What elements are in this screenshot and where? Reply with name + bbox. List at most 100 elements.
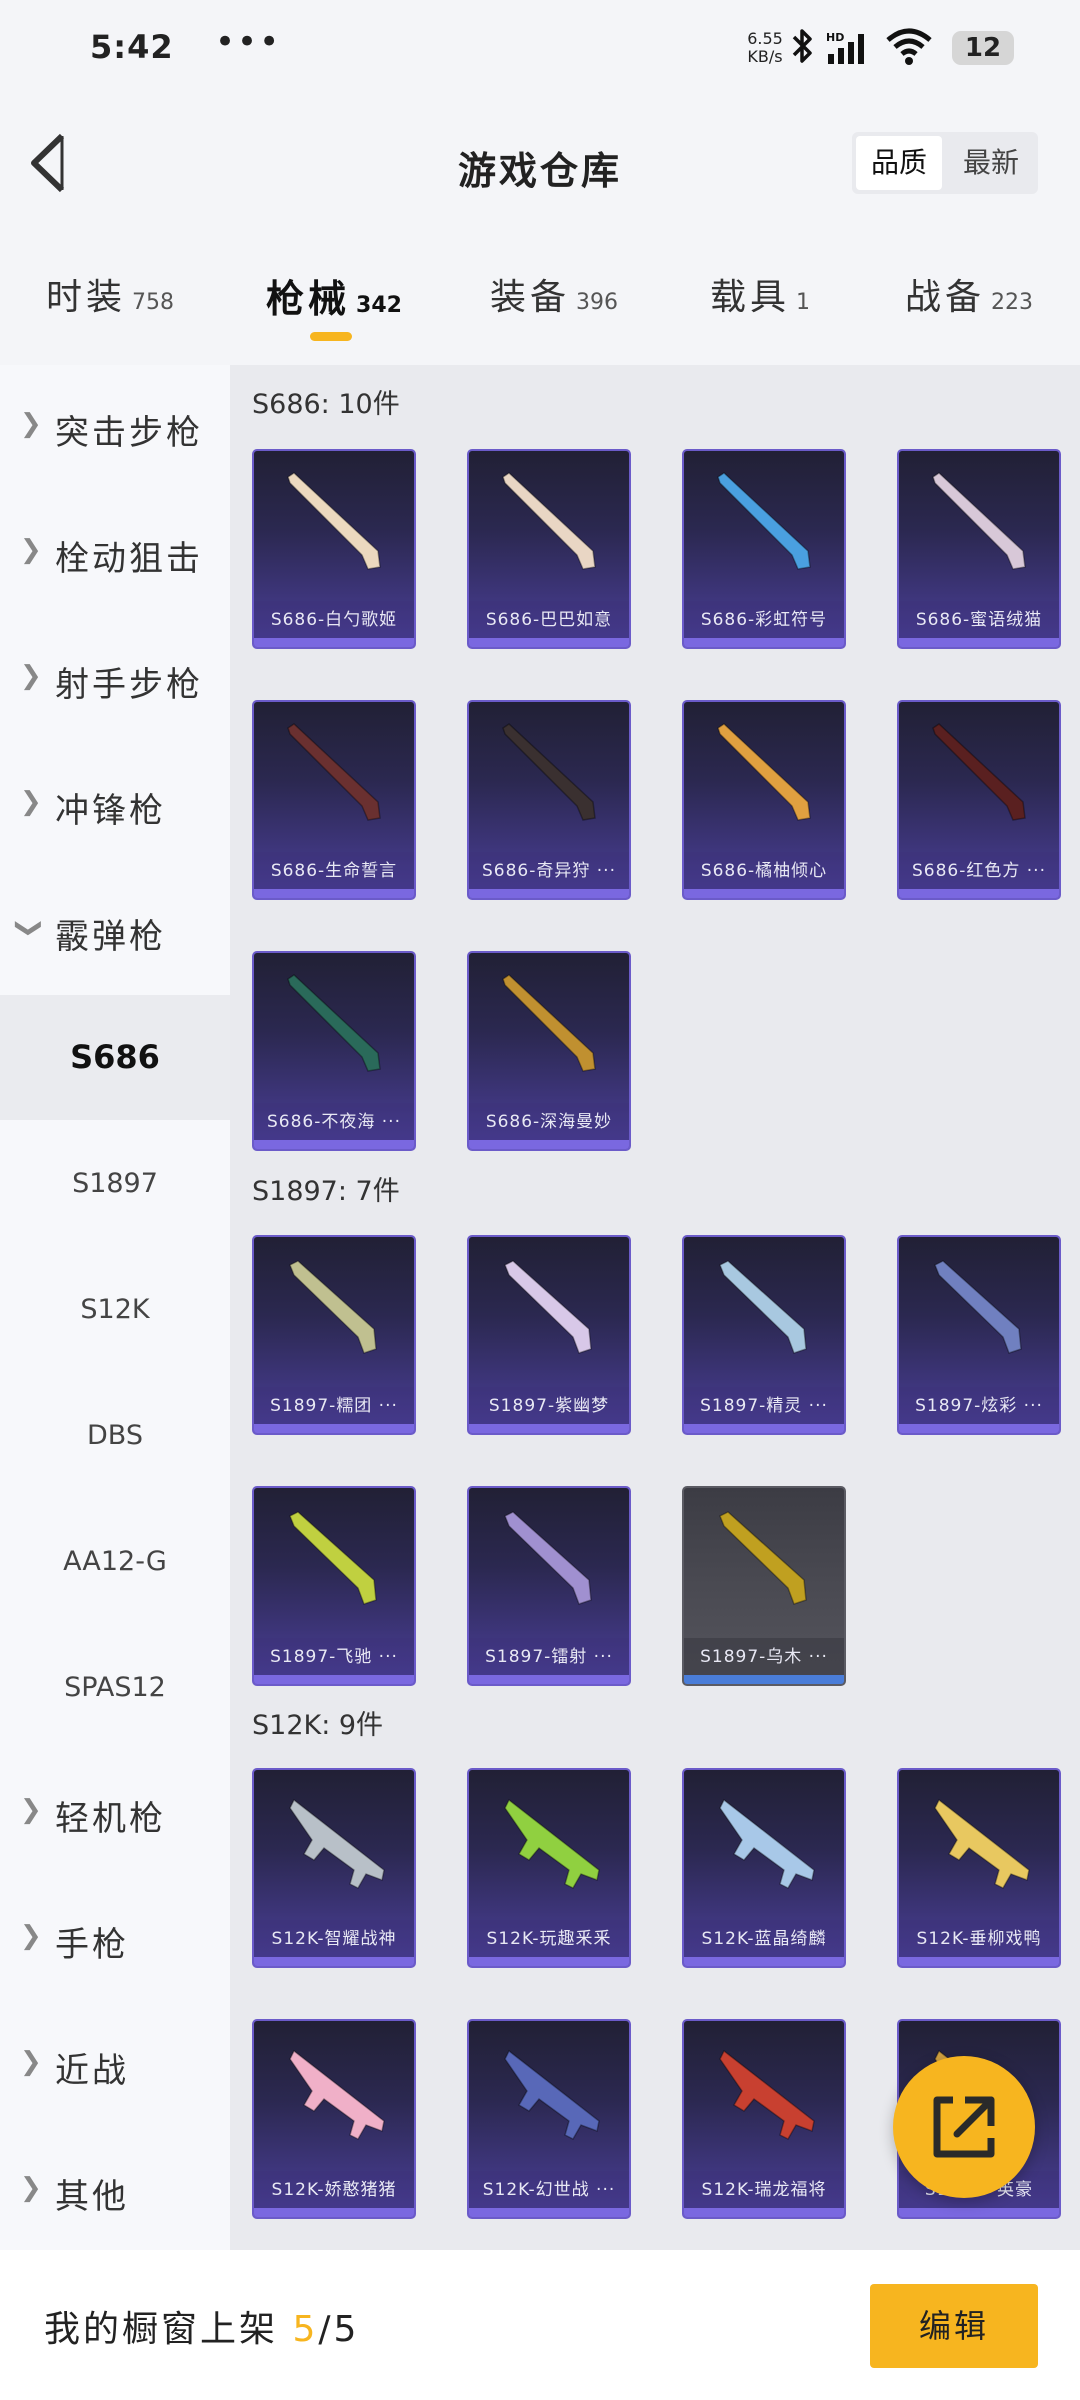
showcase-total: /5 xyxy=(318,2309,360,2350)
rarity-bar xyxy=(469,1957,629,1966)
weapon-card[interactable]: S686-彩虹符号 xyxy=(682,449,846,649)
weapon-card[interactable]: S12K-瑞龙福将 xyxy=(682,2019,846,2219)
weapon-card[interactable]: S12K-垂柳戏鸭 xyxy=(897,1768,1061,1968)
edit-button[interactable]: 编辑 xyxy=(870,2284,1038,2368)
weapon-card[interactable]: S686-红色方 ··· xyxy=(897,700,1061,900)
sidebar-item-assault-rifle[interactable]: ❯ 突击步枪 xyxy=(0,365,230,490)
rarity-bar xyxy=(899,638,1059,647)
weapon-skin-image xyxy=(934,1798,1030,1889)
weapon-skin-image xyxy=(934,1260,1022,1354)
section-title-s686: S686: 10件 xyxy=(252,389,400,420)
sidebar-item-shotgun[interactable]: ❯ 霰弹枪 xyxy=(0,869,230,994)
tab-supplies[interactable]: 战备 223 xyxy=(905,268,1033,328)
sidebar-item-label: 近战 xyxy=(55,2051,129,2091)
sidebar-sub-spas12[interactable]: SPAS12 xyxy=(0,1625,230,1750)
weapon-card[interactable]: S686-蜜语绒猫 xyxy=(897,449,1061,649)
weapon-card[interactable]: S1897-飞驰 ··· xyxy=(252,1486,416,1686)
weapon-name: S12K-智耀战神 xyxy=(254,1920,414,1958)
tab-label: 枪械 xyxy=(266,277,351,321)
weapon-name: S12K-幻世战 ··· xyxy=(469,2171,629,2209)
tab-vehicles[interactable]: 载具 1 xyxy=(710,268,810,328)
sidebar-item-label: 冲锋枪 xyxy=(55,791,166,831)
weapon-card[interactable]: S686-不夜海 ··· xyxy=(252,951,416,1151)
sidebar-item-pistol[interactable]: ❯ 手枪 xyxy=(0,1877,230,2002)
weapon-card[interactable]: S686-橘柚倾心 xyxy=(682,700,846,900)
weapon-name: S686-蜜语绒猫 xyxy=(899,601,1059,639)
sidebar-sub-aa12g[interactable]: AA12-G xyxy=(0,1499,230,1624)
bluetooth-icon xyxy=(792,29,812,63)
weapon-card[interactable]: S1897-糯团 ··· xyxy=(252,1235,416,1435)
sidebar-item-bolt-sniper[interactable]: ❯ 栓动狙击 xyxy=(0,491,230,616)
weapon-card[interactable]: S12K-玩趣釆釆 xyxy=(467,1768,631,1968)
weapon-skin-image xyxy=(719,2049,815,2140)
rarity-bar xyxy=(469,1675,629,1684)
tab-equipment[interactable]: 装备 396 xyxy=(490,268,618,328)
hd-label: HD xyxy=(826,31,844,44)
rarity-bar xyxy=(254,2208,414,2217)
rarity-bar xyxy=(899,1957,1059,1966)
signal-icon: HD xyxy=(826,31,864,64)
rarity-bar xyxy=(254,1675,414,1684)
weapon-card[interactable]: S1897-炫彩 ··· xyxy=(897,1235,1061,1435)
weapon-card[interactable]: S12K-幻世战 ··· xyxy=(467,2019,631,2219)
rarity-bar xyxy=(684,638,844,647)
sidebar-sub-s1897[interactable]: S1897 xyxy=(0,1121,230,1246)
weapon-card[interactable]: S686-奇异狩 ··· xyxy=(467,700,631,900)
weapon-card[interactable]: S1897-紫幽梦 xyxy=(467,1235,631,1435)
share-button[interactable] xyxy=(893,2056,1035,2198)
tab-firearms[interactable]: 枪械 342 xyxy=(266,268,402,328)
weapon-card[interactable]: S686-生命誓言 xyxy=(252,700,416,900)
weapon-card[interactable]: S12K-娇憨猪猪 xyxy=(252,2019,416,2219)
weapon-card[interactable]: S686-白勺歌姬 xyxy=(252,449,416,649)
sort-quality-button[interactable]: 品质 xyxy=(856,136,942,190)
showcase-count: 5 xyxy=(292,2309,319,2350)
weapon-name: S12K-瑞龙福将 xyxy=(684,2171,844,2209)
chevron-right-icon: ❯ xyxy=(20,535,42,565)
sidebar-item-other[interactable]: ❯ 其他 xyxy=(0,2129,230,2254)
sidebar-item-label: 突击步枪 xyxy=(55,413,203,453)
sidebar-item-melee[interactable]: ❯ 近战 xyxy=(0,2003,230,2128)
rarity-bar xyxy=(684,1424,844,1433)
sidebar-item-marksman-rifle[interactable]: ❯ 射手步枪 xyxy=(0,617,230,742)
weapon-grid: S686: 10件 S1897: 7件 S12K: 9件 S686-白勺歌姬 S6… xyxy=(230,365,1080,2250)
section-title-s12k: S12K: 9件 xyxy=(252,1710,384,1741)
sort-latest-button[interactable]: 最新 xyxy=(948,136,1034,190)
weapon-card[interactable]: S686-巴巴如意 xyxy=(467,449,631,649)
chevron-right-icon: ❯ xyxy=(20,787,42,817)
weapon-card[interactable]: S12K-蓝晶绮麟 xyxy=(682,1768,846,1968)
sidebar-sub-s686[interactable]: S686 xyxy=(0,995,230,1120)
sidebar-item-label: 霰弹枪 xyxy=(55,917,166,957)
sidebar-item-lmg[interactable]: ❯ 轻机枪 xyxy=(0,1751,230,1876)
weapon-card[interactable]: S1897-乌木 ··· xyxy=(682,1486,846,1686)
weapon-name: S686-不夜海 ··· xyxy=(254,1103,414,1141)
tab-count: 1 xyxy=(796,290,811,315)
weapon-card[interactable]: S12K-智耀战神 xyxy=(252,1768,416,1968)
tab-fashion[interactable]: 时装 758 xyxy=(46,268,174,328)
rarity-bar xyxy=(469,638,629,647)
rarity-bar xyxy=(684,1957,844,1966)
sidebar-sub-dbs[interactable]: DBS xyxy=(0,1373,230,1498)
sidebar-item-label: 轻机枪 xyxy=(55,1799,166,1839)
weapon-name: S686-红色方 ··· xyxy=(899,852,1059,890)
chevron-right-icon: ❯ xyxy=(20,2173,42,2203)
rarity-bar xyxy=(899,1424,1059,1433)
weapon-card[interactable]: S686-深海曼妙 xyxy=(467,951,631,1151)
tab-label: 时装 xyxy=(46,277,127,318)
rarity-bar xyxy=(684,889,844,898)
weapon-skin-image xyxy=(287,723,381,821)
sidebar-item-smg[interactable]: ❯ 冲锋枪 xyxy=(0,743,230,868)
category-tabs: 时装 758 枪械 342 装备 396 载具 1 战备 223 xyxy=(0,240,1080,360)
weapon-skin-image xyxy=(287,472,381,570)
tab-label: 装备 xyxy=(490,277,571,318)
weapon-card[interactable]: S1897-镭射 ··· xyxy=(467,1486,631,1686)
sidebar-sub-s12k[interactable]: S12K xyxy=(0,1247,230,1372)
tab-label: 战备 xyxy=(905,277,986,318)
rarity-bar xyxy=(684,1675,844,1684)
rarity-bar xyxy=(684,2208,844,2217)
weapon-skin-image xyxy=(932,472,1026,570)
weapon-card[interactable]: S1897-精灵 ··· xyxy=(682,1235,846,1435)
rarity-bar xyxy=(469,889,629,898)
wifi-icon xyxy=(886,28,932,65)
weapon-name: S686-奇异狩 ··· xyxy=(469,852,629,890)
weapon-skin-image xyxy=(502,472,596,570)
